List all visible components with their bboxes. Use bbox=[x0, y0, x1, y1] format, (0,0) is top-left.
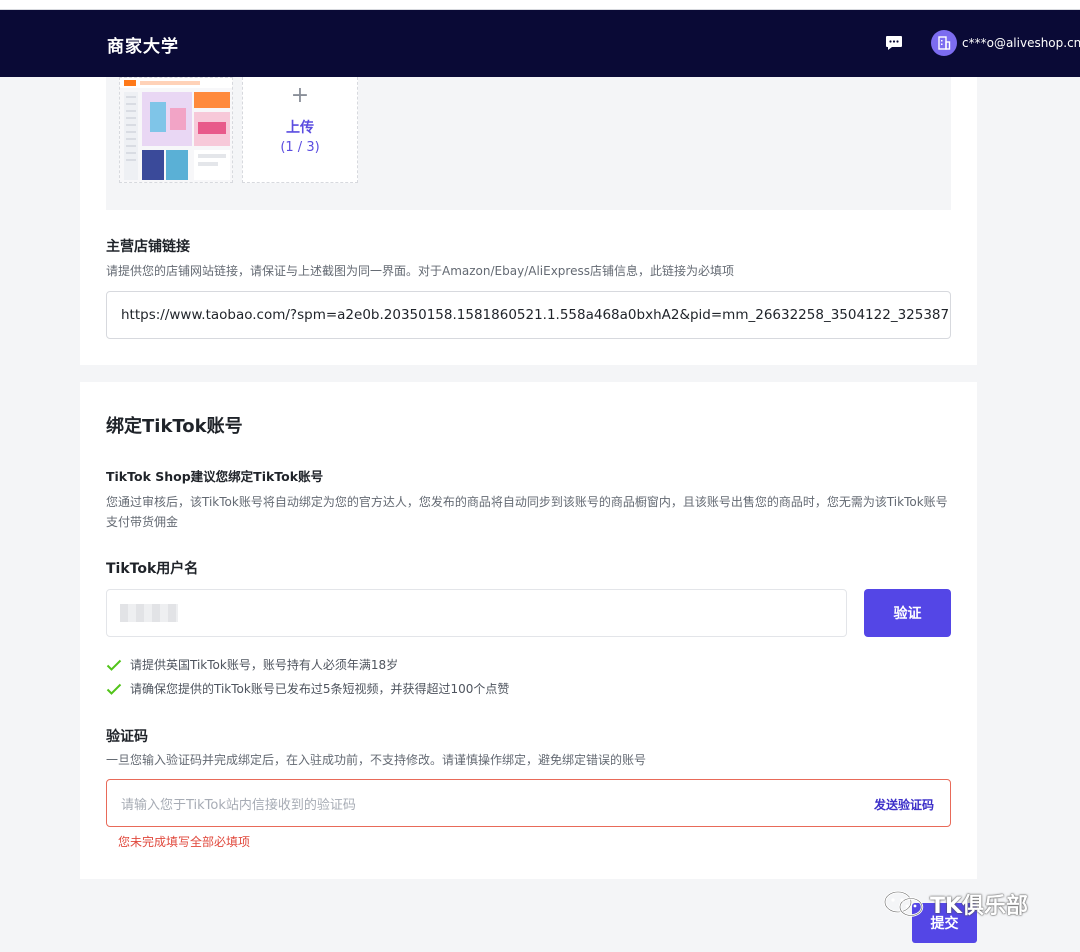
account-email[interactable]: c***o@aliveshop.cn bbox=[962, 36, 1080, 50]
check-icon bbox=[106, 683, 122, 695]
upload-button[interactable]: + 上传 (1 / 3) bbox=[242, 77, 358, 183]
requirement-text: 请确保您提供的TikTok账号已发布过5条短视频，并获得超过100个点赞 bbox=[130, 682, 510, 696]
plus-icon: + bbox=[290, 83, 310, 108]
blurred-username bbox=[120, 604, 178, 622]
requirement-item: 请提供英国TikTok账号，账号持有人必须年满18岁 bbox=[106, 656, 398, 673]
building-icon bbox=[938, 36, 951, 50]
upload-label: 上传 bbox=[286, 120, 314, 136]
tiktok-username-input[interactable] bbox=[106, 589, 847, 637]
chat-icon[interactable] bbox=[885, 35, 903, 51]
tiktok-description: 您通过审核后，该TikTok账号将自动绑定为您的官方达人，您发布的商品将自动同步… bbox=[106, 495, 948, 529]
tiktok-section-title: 绑定TikTok账号 bbox=[106, 416, 243, 437]
screenshot-upload-area: + 上传 (1 / 3) bbox=[106, 77, 951, 210]
send-code-link[interactable]: 发送验证码 bbox=[874, 796, 934, 813]
store-link-label: 主营店铺链接 bbox=[106, 239, 190, 255]
requirement-text: 请提供英国TikTok账号，账号持有人必须年满18岁 bbox=[130, 658, 399, 672]
verify-button[interactable]: 验证 bbox=[864, 589, 951, 637]
verification-code-label: 验证码 bbox=[106, 729, 148, 745]
uploaded-screenshot-thumbnail[interactable] bbox=[119, 77, 233, 183]
tiktok-username-label: TikTok用户名 bbox=[106, 561, 199, 577]
requirement-item: 请确保您提供的TikTok账号已发布过5条短视频，并获得超过100个点赞 bbox=[106, 680, 509, 697]
browser-strip bbox=[0, 0, 1080, 10]
brand-title[interactable]: 商家大学 bbox=[107, 32, 179, 57]
top-navigation-bar: 商家大学 c***o@aliveshop.cn bbox=[0, 10, 1080, 77]
tiktok-recommend-text: TikTok Shop建议您绑定TikTok账号 bbox=[106, 469, 324, 484]
upload-count: (1 / 3) bbox=[280, 140, 320, 155]
required-fields-error: 您未完成填写全部必填项 bbox=[118, 835, 251, 849]
verification-code-placeholder: 请输入您于TikTok站内信接收到的验证码 bbox=[121, 797, 356, 813]
tiktok-binding-card: 绑定TikTok账号 TikTok Shop建议您绑定TikTok账号 您通过审… bbox=[80, 382, 977, 879]
verification-code-input[interactable]: 请输入您于TikTok站内信接收到的验证码 发送验证码 bbox=[106, 779, 951, 827]
store-link-hint: 请提供您的店铺网站链接，请保证与上述截图为同一界面。对于Amazon/Ebay/… bbox=[106, 264, 734, 278]
avatar[interactable] bbox=[931, 30, 957, 56]
wechat-icon bbox=[883, 890, 924, 917]
watermark-text: TK俱乐部 bbox=[930, 894, 1029, 919]
store-info-card: + 上传 (1 / 3) 主营店铺链接 请提供您的店铺网站链接，请保证与上述截图… bbox=[80, 77, 977, 365]
verification-code-hint: 一旦您输入验证码并完成绑定后，在入驻成功前，不支持修改。请谨慎操作绑定，避免绑定… bbox=[106, 753, 647, 767]
store-link-input[interactable]: https://www.taobao.com/?spm=a2e0b.203501… bbox=[106, 291, 951, 339]
store-screenshot-image bbox=[120, 78, 232, 182]
check-icon bbox=[106, 659, 122, 671]
store-link-value: https://www.taobao.com/?spm=a2e0b.203501… bbox=[121, 307, 951, 323]
watermark: TK俱乐部 bbox=[882, 888, 1028, 920]
